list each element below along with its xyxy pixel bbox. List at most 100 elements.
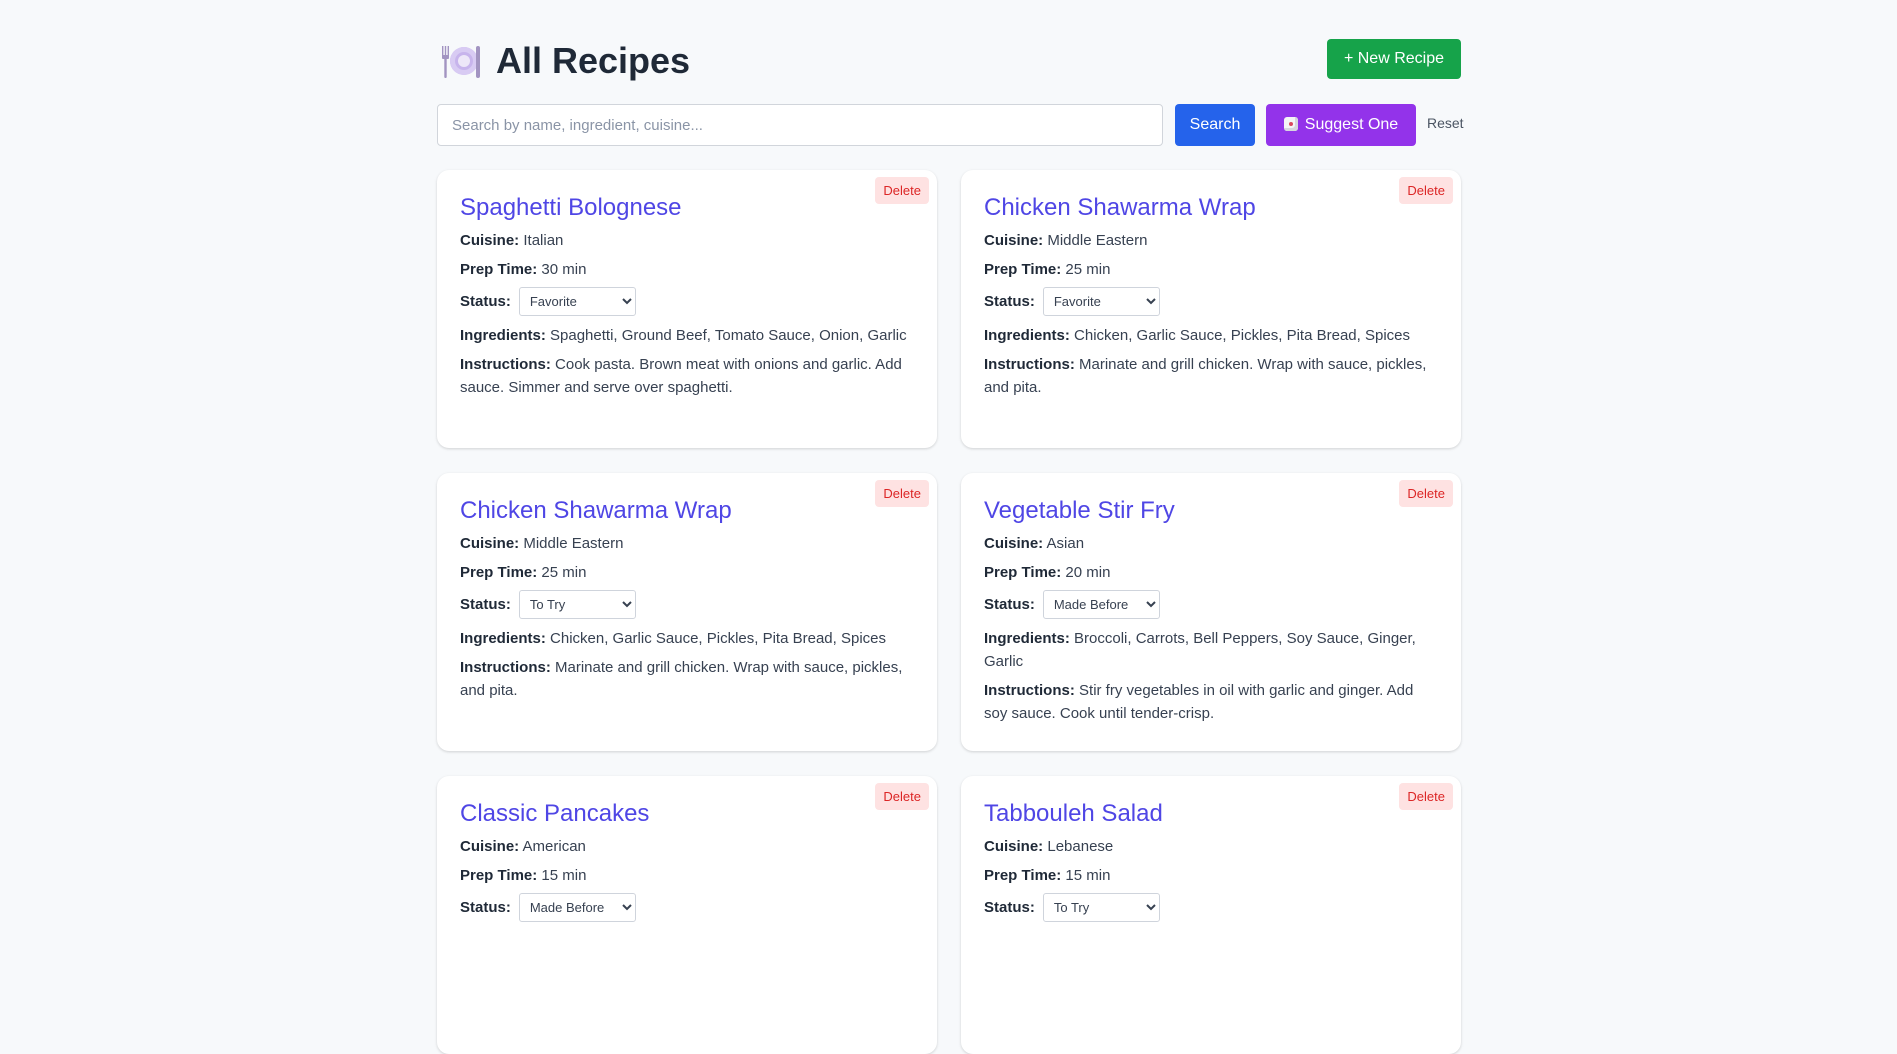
suggest-one-label: Suggest One — [1304, 116, 1399, 133]
recipe-title: Chicken Shawarma Wrap — [984, 194, 1256, 221]
delete-button[interactable]: Delete — [1399, 480, 1453, 507]
instructions-line: Instructions: Cook pasta. Brown meat wit… — [460, 353, 914, 399]
cuisine-line: Cuisine: Middle Eastern — [984, 229, 1438, 252]
cuisine-value: Middle Eastern — [1047, 232, 1148, 249]
status-select[interactable]: To Try — [518, 590, 636, 619]
title-area: All Recipes — [442, 40, 690, 82]
cuisine-value: American — [522, 838, 586, 855]
plate-with-cutlery-icon — [442, 42, 480, 80]
cuisine-value: Lebanese — [1047, 838, 1114, 855]
prep-time-line: Prep Time: 20 min — [984, 561, 1438, 584]
status-label: Status: — [460, 596, 511, 613]
ingredients-line: Ingredients: Spaghetti, Ground Beef, Tom… — [460, 324, 914, 347]
delete-button[interactable]: Delete — [1399, 783, 1453, 810]
ingredients-line: Ingredients: Chicken, Garlic Sauce, Pick… — [460, 627, 914, 650]
recipe-card: Delete Tabbouleh Salad Cuisine: Lebanese… — [961, 776, 1461, 1054]
cuisine-line: Cuisine: Asian — [984, 532, 1438, 555]
prep-time-line: Prep Time: 25 min — [460, 561, 914, 584]
instructions-label: Instructions: — [460, 356, 551, 373]
recipe-card: Delete Classic Pancakes Cuisine: America… — [437, 776, 937, 1054]
ingredients-line: Ingredients: Broccoli, Carrots, Bell Pep… — [984, 627, 1438, 673]
search-button[interactable]: Search — [1175, 104, 1255, 146]
recipe-card: Delete Vegetable Stir Fry Cuisine: Asian… — [961, 473, 1461, 751]
instructions-label: Instructions: — [460, 659, 551, 676]
prep-time-label: Prep Time: — [984, 867, 1062, 884]
cuisine-label: Cuisine: — [460, 838, 520, 855]
ingredients-label: Ingredients: — [984, 327, 1070, 344]
recipe-card: Delete Chicken Shawarma Wrap Cuisine: Mi… — [961, 170, 1461, 448]
delete-button[interactable]: Delete — [875, 480, 929, 507]
status-select[interactable]: Made Before — [1042, 590, 1160, 619]
cuisine-value: Italian — [523, 232, 564, 249]
cuisine-label: Cuisine: — [984, 232, 1044, 249]
reset-link[interactable]: Reset — [1427, 115, 1464, 131]
cuisine-line: Cuisine: Italian — [460, 229, 914, 252]
instructions-line: Instructions: Marinate and grill chicken… — [460, 656, 914, 702]
fork-icon — [442, 46, 449, 78]
status-row: Status: To Try — [460, 590, 914, 619]
cuisine-label: Cuisine: — [460, 232, 520, 249]
ingredients-label: Ingredients: — [984, 630, 1070, 647]
prep-time-value: 15 min — [1065, 867, 1111, 884]
prep-time-label: Prep Time: — [460, 261, 538, 278]
prep-time-value: 15 min — [541, 867, 587, 884]
page-title: All Recipes — [496, 40, 691, 81]
status-label: Status: — [984, 293, 1035, 310]
recipe-title: Tabbouleh Salad — [984, 800, 1163, 827]
prep-time-line: Prep Time: 15 min — [460, 864, 914, 887]
dice-icon — [1283, 117, 1298, 131]
prep-time-value: 20 min — [1065, 564, 1111, 581]
status-row: Status: Favorite — [460, 287, 914, 316]
plate-icon — [450, 47, 478, 75]
status-label: Status: — [984, 596, 1035, 613]
status-row: Status: Made Before — [984, 590, 1438, 619]
prep-time-label: Prep Time: — [984, 261, 1062, 278]
cuisine-label: Cuisine: — [984, 838, 1044, 855]
instructions-line: Instructions: Stir fry vegetables in oil… — [984, 679, 1438, 725]
ingredients-label: Ingredients: — [460, 327, 546, 344]
suggest-one-button[interactable]: Suggest One — [1266, 104, 1416, 146]
cuisine-line: Cuisine: Lebanese — [984, 835, 1438, 858]
ingredients-line: Ingredients: Chicken, Garlic Sauce, Pick… — [984, 324, 1438, 347]
prep-time-value: 30 min — [541, 261, 587, 278]
cuisine-label: Cuisine: — [984, 535, 1044, 552]
ingredients-value: Spaghetti, Ground Beef, Tomato Sauce, On… — [550, 327, 907, 344]
recipe-card: Delete Spaghetti Bolognese Cuisine: Ital… — [437, 170, 937, 448]
ingredients-value: Chicken, Garlic Sauce, Pickles, Pita Bre… — [550, 630, 886, 647]
search-toolbar: Search Suggest One Reset — [437, 104, 1464, 146]
prep-time-line: Prep Time: 15 min — [984, 864, 1438, 887]
instructions-line: Instructions: Marinate and grill chicken… — [984, 353, 1438, 399]
ingredients-value: Chicken, Garlic Sauce, Pickles, Pita Bre… — [1074, 327, 1410, 344]
ingredients-label: Ingredients: — [460, 630, 546, 647]
delete-button[interactable]: Delete — [875, 177, 929, 204]
recipe-title: Chicken Shawarma Wrap — [460, 497, 732, 524]
search-input[interactable] — [437, 104, 1163, 146]
recipe-title: Spaghetti Bolognese — [460, 194, 682, 221]
prep-time-label: Prep Time: — [984, 564, 1062, 581]
cuisine-value: Asian — [1046, 535, 1085, 552]
status-select[interactable]: Favorite — [518, 287, 636, 316]
status-label: Status: — [460, 293, 511, 310]
recipe-title: Vegetable Stir Fry — [984, 497, 1175, 524]
recipe-title: Classic Pancakes — [460, 800, 650, 827]
cuisine-value: Middle Eastern — [523, 535, 624, 552]
prep-time-line: Prep Time: 25 min — [984, 258, 1438, 281]
prep-time-value: 25 min — [541, 564, 587, 581]
prep-time-label: Prep Time: — [460, 564, 538, 581]
prep-time-value: 25 min — [1065, 261, 1111, 278]
delete-button[interactable]: Delete — [1399, 177, 1453, 204]
recipe-card: Delete Chicken Shawarma Wrap Cuisine: Mi… — [437, 473, 937, 751]
page-header: All Recipes + New Recipe — [437, 0, 1461, 104]
delete-button[interactable]: Delete — [875, 783, 929, 810]
status-select[interactable]: Favorite — [1042, 287, 1160, 316]
recipes-page: All Recipes + New Recipe Search Suggest … — [437, 0, 1464, 1054]
knife-icon — [476, 46, 480, 78]
cuisine-line: Cuisine: Middle Eastern — [460, 532, 914, 555]
instructions-label: Instructions: — [984, 682, 1075, 699]
cuisine-label: Cuisine: — [460, 535, 520, 552]
prep-time-line: Prep Time: 30 min — [460, 258, 914, 281]
prep-time-label: Prep Time: — [460, 867, 538, 884]
cuisine-line: Cuisine: American — [460, 835, 914, 858]
new-recipe-button[interactable]: + New Recipe — [1326, 39, 1461, 79]
status-row: Status: Favorite — [984, 287, 1438, 316]
